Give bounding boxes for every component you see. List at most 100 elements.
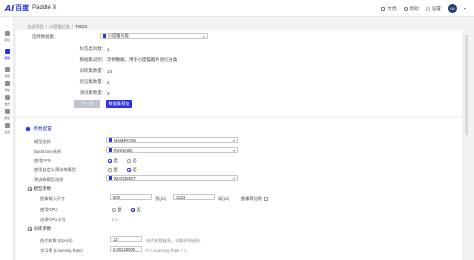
gpu-no-radio[interactable]: 否 xyxy=(131,207,141,213)
field-value: 3 xyxy=(107,90,110,96)
height-unit-label: 高(px) xyxy=(218,196,230,201)
breadcrumb-project[interactable]: 小度猫分类 xyxy=(49,24,70,29)
pretrain-value: IMAGENET xyxy=(113,175,136,181)
radio-unchecked-icon xyxy=(108,168,112,172)
page-scrollbar[interactable] xyxy=(465,35,468,135)
sidebar-item-label: 发布 xyxy=(4,102,10,106)
evaluate-icon xyxy=(4,81,10,86)
pretrain-select-label: 预训练模型选择 xyxy=(34,177,64,182)
field-label: 训练集数量： xyxy=(79,68,106,73)
backbone-select[interactable]: ResNet50 ▾ xyxy=(106,147,238,153)
dataset-preview-button[interactable]: 数据集预览 xyxy=(106,100,132,108)
field-label: 测试集数量： xyxy=(79,90,106,95)
gpu-yes-label: 是 xyxy=(117,207,122,212)
sidebar-item-train[interactable]: 训练 xyxy=(0,67,14,78)
image-height-input[interactable]: 1333 xyxy=(173,194,215,200)
dataset-icon xyxy=(103,34,107,38)
preview-button-label: 数据集预览 xyxy=(108,101,130,106)
help-link[interactable]: 帮助 xyxy=(403,5,419,12)
breadcrumb-separator: / xyxy=(71,24,74,29)
custom-pretrain-yes-radio[interactable]: 是 xyxy=(108,167,118,173)
model-params-title: 模型参数 xyxy=(33,186,52,191)
fpn-no-radio[interactable]: 否 xyxy=(127,158,137,164)
help-icon xyxy=(403,6,408,11)
custom-pretrain-no-label: 否 xyxy=(132,167,137,172)
collapse-icon xyxy=(28,187,32,191)
sidebar: 项目 数据 训练 评估 发布 模型 设置 xyxy=(0,17,14,260)
backbone-icon xyxy=(109,148,113,152)
field-label: 标签类别数： xyxy=(79,46,106,51)
breadcrumb-root[interactable]: 全部项目 xyxy=(27,24,44,29)
keep-ratio-label: 图像等比例 xyxy=(241,196,262,201)
gear-icon xyxy=(425,6,430,11)
epoch-note: 迭代轮数越多，训练时间越长 xyxy=(146,238,201,243)
custom-pretrain-no-radio[interactable]: 否 xyxy=(127,167,137,173)
docs-link[interactable]: 文档 xyxy=(381,6,397,12)
image-width-value: 800 xyxy=(113,194,120,200)
gpu-select-label: 选择GPU卡号 xyxy=(40,217,66,222)
field-value: 示例数据，用于小度猫图片进行分类 xyxy=(107,57,178,62)
field-label: 数据集说明： xyxy=(79,57,106,62)
fpn-yes-label: 是 xyxy=(113,158,118,163)
section-dot-icon xyxy=(26,126,31,132)
sidebar-item-label: 评估 xyxy=(4,88,10,92)
sidebar-item-settings[interactable]: 设置 xyxy=(0,123,14,134)
logo-mark: AI xyxy=(5,3,15,13)
dataset-field-row: 测试集数量： 3 xyxy=(72,90,110,96)
model-type-label: 模型选择 xyxy=(34,139,51,144)
publish-icon xyxy=(4,95,10,100)
next-button-label: 下一步 xyxy=(80,101,94,106)
model-params-header[interactable]: 模型参数 xyxy=(28,186,51,192)
project-icon xyxy=(4,31,10,36)
help-label: 帮助 xyxy=(409,5,419,11)
sidebar-item-label: 模型 xyxy=(4,116,10,120)
field-value: 2 xyxy=(107,79,110,85)
dataset-select[interactable]: 小度猫分类 ▾ xyxy=(100,33,208,39)
params-panel: 参数配置 模型选择 MaskRCNN ▾ Backbone选择 ResNet50… xyxy=(16,118,462,260)
radio-checked-icon xyxy=(127,168,131,172)
dataset-field-row: 标签类别数： 1 xyxy=(72,46,110,52)
learning-rate-note: 0 < Learning Rate < 1 xyxy=(146,248,187,253)
radio-unchecked-icon xyxy=(112,208,116,212)
checkbox-icon xyxy=(263,197,268,201)
settings-link[interactable]: 设置 xyxy=(425,6,441,12)
sidebar-item-data[interactable]: 数据 xyxy=(0,49,14,60)
data-icon xyxy=(4,49,10,54)
paddlex-logo[interactable]: AI 百度 Paddle X xyxy=(5,3,57,13)
user-avatar[interactable]: IM xyxy=(447,4,457,13)
gpu-select-value[interactable]: 0,1 xyxy=(112,217,118,222)
sidebar-item-model[interactable]: 模型 xyxy=(0,109,14,120)
dataset-panel: 选择数据集： 小度猫分类 ▾ 标签类别数： 1 数据集说明： 示例数据，用于小度… xyxy=(16,30,462,116)
chevron-down-icon[interactable]: ▾ xyxy=(464,6,466,11)
epoch-label: 迭代轮数 (Epoch) xyxy=(40,238,73,243)
learning-rate-input[interactable]: 0.00125000 xyxy=(110,246,142,252)
dataset-select-row: 选择数据集： xyxy=(32,34,58,40)
sidebar-item-evaluate[interactable]: 评估 xyxy=(0,81,14,92)
sidebar-item-projects[interactable]: 项目 xyxy=(0,31,14,42)
section-title: 参数配置 xyxy=(33,126,52,131)
fpn-yes-radio[interactable]: 是 xyxy=(108,158,118,164)
params-section-header: 参数配置 xyxy=(26,126,52,132)
radio-unchecked-icon xyxy=(127,159,131,163)
chevron-down-icon: ▾ xyxy=(232,176,235,181)
gpu-yes-radio[interactable]: 是 xyxy=(112,207,122,213)
breadcrumb-task: T0023 xyxy=(75,24,87,29)
model-type-select[interactable]: MaskRCNN ▾ xyxy=(106,137,238,143)
train-params-header[interactable]: 训练参数 xyxy=(28,226,51,232)
epoch-input[interactable]: 12 xyxy=(110,236,142,242)
keep-ratio-checkbox[interactable]: 图像等比例 xyxy=(241,196,270,202)
backbone-label: Backbone选择 xyxy=(34,149,62,154)
top-navigation-bar: AI 百度 Paddle X 文档 帮助 设置 IM ▾ xyxy=(0,0,474,17)
use-gpu-label: 使用GPU xyxy=(40,207,58,212)
collapse-icon xyxy=(28,227,32,231)
sidebar-item-publish[interactable]: 发布 xyxy=(0,95,14,106)
image-width-input[interactable]: 800 xyxy=(110,194,152,200)
pretrain-select[interactable]: IMAGENET ▾ xyxy=(106,175,238,181)
image-height-value: 1333 xyxy=(176,194,186,200)
learning-rate-label: 学习率 (Learning Rate) xyxy=(40,248,83,253)
model-icon xyxy=(109,138,113,142)
dataset-field-row: 数据集说明： 示例数据，用于小度猫图片进行分类 xyxy=(72,57,178,63)
next-button[interactable]: 下一步 xyxy=(74,100,100,108)
radio-checked-icon xyxy=(108,159,112,163)
dataset-select-label: 选择数据集： xyxy=(32,34,59,39)
